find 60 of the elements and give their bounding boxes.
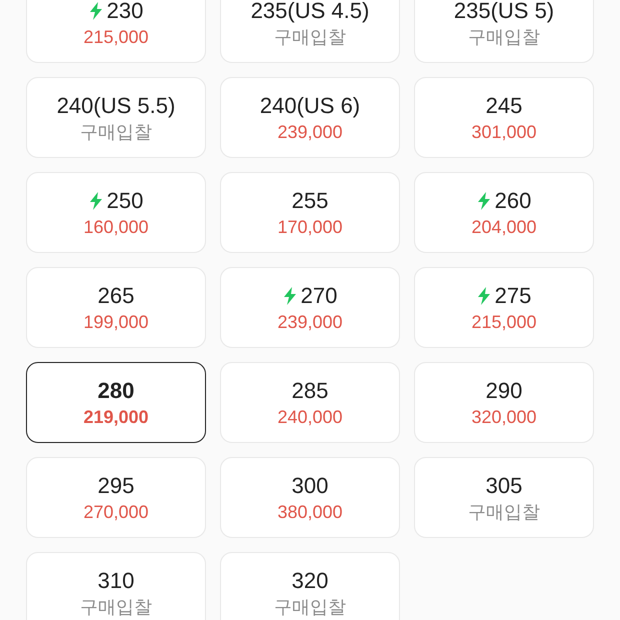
size-label: 275 xyxy=(494,282,532,310)
price-label: 239,000 xyxy=(277,310,343,334)
size-option[interactable]: 255 170,000 xyxy=(220,172,400,253)
price-label: 239,000 xyxy=(277,120,343,144)
size-label: 235(US 5) xyxy=(454,0,554,24)
size-label: 260 xyxy=(494,186,532,214)
price-label: 320,000 xyxy=(471,406,537,428)
price-label: 구매입찰 xyxy=(80,120,152,144)
size-label: 240(US 6) xyxy=(260,92,360,120)
price-label: 219,000 xyxy=(83,406,149,428)
price-label: 구매입찰 xyxy=(80,596,152,618)
size-option[interactable]: 320 구매입찰 xyxy=(220,552,400,620)
size-option[interactable]: 295 270,000 xyxy=(26,457,206,538)
size-option[interactable]: 245 301,000 xyxy=(414,77,594,158)
price-label: 380,000 xyxy=(277,500,343,524)
size-label: 300 xyxy=(292,472,328,500)
size-option[interactable]: 235(US 5) 구매입찰 xyxy=(414,0,594,63)
size-label: 320 xyxy=(292,566,328,594)
size-label: 270 xyxy=(300,282,338,310)
size-option[interactable]: 260 204,000 xyxy=(414,172,594,253)
size-option[interactable]: 265 199,000 xyxy=(26,267,206,348)
size-option[interactable]: 310 구매입찰 xyxy=(26,552,206,620)
price-label: 215,000 xyxy=(471,310,537,334)
size-option[interactable]: 290 320,000 xyxy=(414,362,594,443)
size-label: 310 xyxy=(98,566,134,594)
size-option[interactable]: 250 160,000 xyxy=(26,172,206,253)
price-label: 구매입찰 xyxy=(274,596,346,618)
size-label: 295 xyxy=(98,472,134,500)
size-option[interactable]: 285 240,000 xyxy=(220,362,400,443)
size-label: 235(US 4.5) xyxy=(250,0,370,24)
price-label: 160,000 xyxy=(83,216,149,238)
price-label: 301,000 xyxy=(471,120,537,144)
size-option[interactable]: 305 구매입찰 xyxy=(414,457,594,538)
size-label: 255 xyxy=(292,186,328,214)
size-option[interactable]: 240(US 5.5) 구매입찰 xyxy=(26,77,206,158)
price-label: 구매입찰 xyxy=(468,26,540,48)
size-option[interactable]: 280 219,000 xyxy=(26,362,206,443)
size-label: 245 xyxy=(486,92,522,120)
size-option[interactable]: 230 215,000 xyxy=(26,0,206,63)
size-label: 305 xyxy=(486,472,522,500)
price-label: 270,000 xyxy=(83,500,149,524)
size-label: 285 xyxy=(292,376,328,404)
size-option[interactable]: 240(US 6) 239,000 xyxy=(220,77,400,158)
size-label: 230 xyxy=(106,0,144,24)
size-label: 290 xyxy=(486,376,522,404)
price-label: 204,000 xyxy=(471,216,537,238)
size-label: 280 xyxy=(98,376,134,404)
size-option[interactable]: 235(US 4.5) 구매입찰 xyxy=(220,0,400,63)
size-label: 240(US 5.5) xyxy=(56,92,176,120)
price-label: 구매입찰 xyxy=(274,26,346,48)
size-option[interactable]: 270 239,000 xyxy=(220,267,400,348)
size-label: 265 xyxy=(98,282,134,310)
size-option[interactable]: 275 215,000 xyxy=(414,267,594,348)
price-label: 215,000 xyxy=(83,26,149,48)
size-label: 250 xyxy=(106,186,144,214)
price-label: 170,000 xyxy=(277,216,343,238)
price-label: 199,000 xyxy=(83,310,149,334)
price-label: 구매입찰 xyxy=(468,500,540,524)
size-option[interactable]: 300 380,000 xyxy=(220,457,400,538)
price-label: 240,000 xyxy=(277,406,343,428)
